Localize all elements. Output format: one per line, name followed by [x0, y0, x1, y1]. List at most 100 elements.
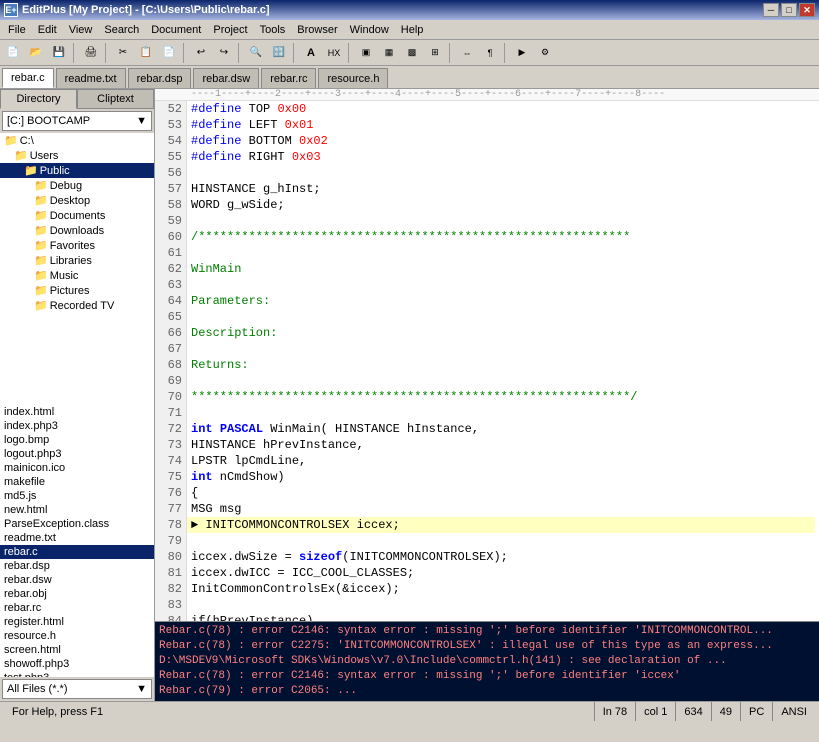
code-line: WinMain	[191, 261, 815, 277]
file-item[interactable]: rebar.dsw	[0, 573, 154, 587]
output-line: D:\MSDEV9\Microsoft SDKs\Windows\v7.0\In…	[159, 654, 815, 669]
menu-browser[interactable]: Browser	[291, 22, 343, 38]
file-tab-rebar-dsp[interactable]: rebar.dsp	[128, 68, 192, 88]
file-item[interactable]: ParseException.class	[0, 517, 154, 531]
tree-item[interactable]: 📁 Libraries	[0, 253, 154, 268]
tree-item[interactable]: 📁 Pictures	[0, 283, 154, 298]
run-button[interactable]: ▶	[511, 42, 533, 64]
file-item[interactable]: test.php3	[0, 671, 154, 677]
code-editor[interactable]: 5253545556575859606162636465666768697071…	[155, 101, 819, 621]
file-item[interactable]: showoff.php3	[0, 657, 154, 671]
code-line: LPSTR lpCmdLine,	[191, 453, 815, 469]
file-item[interactable]: new.html	[0, 503, 154, 517]
code-line: iccex.dwSize = sizeof(INITCOMMONCONTROLS…	[191, 549, 815, 565]
replace-button[interactable]: 🔡	[268, 42, 290, 64]
file-tab-resource-h[interactable]: resource.h	[318, 68, 388, 88]
menu-document[interactable]: Document	[145, 22, 207, 38]
tree-item[interactable]: 📁 Music	[0, 268, 154, 283]
menu-tools[interactable]: Tools	[254, 22, 292, 38]
status-chars: 49	[712, 702, 741, 721]
output-pane: Rebar.c(78) : error C2146: syntax error …	[155, 621, 819, 701]
print-button[interactable]: 🖨	[80, 42, 102, 64]
code-line: /***************************************…	[191, 229, 815, 245]
paste-button[interactable]: 📄	[158, 42, 180, 64]
clip3-button[interactable]: ▩	[401, 42, 423, 64]
close-button[interactable]: ✕	[799, 3, 815, 17]
file-item[interactable]: rebar.c	[0, 545, 154, 559]
app-icon: E+	[4, 3, 18, 17]
tree-item[interactable]: 📁 Debug	[0, 178, 154, 193]
file-item[interactable]: register.html	[0, 615, 154, 629]
file-list[interactable]: index.htmlindex.php3logo.bmplogout.php3m…	[0, 405, 154, 677]
file-item[interactable]: makefile	[0, 475, 154, 489]
menu-window[interactable]: Window	[344, 22, 395, 38]
code-line: Returns:	[191, 357, 815, 373]
tree-item[interactable]: 📁 C:\	[0, 133, 154, 148]
menu-view[interactable]: View	[63, 22, 99, 38]
minimize-button[interactable]: ─	[763, 3, 779, 17]
tree-item[interactable]: 📁 Recorded TV	[0, 298, 154, 313]
find-button[interactable]: 🔍	[245, 42, 267, 64]
file-item[interactable]: screen.html	[0, 643, 154, 657]
file-tab-rebar-c[interactable]: rebar.c	[2, 68, 54, 88]
line-number: 80	[155, 549, 186, 565]
build-button[interactable]: ⚙	[534, 42, 556, 64]
file-item[interactable]: readme.txt	[0, 531, 154, 545]
undo-button[interactable]: ↩	[190, 42, 212, 64]
line-number: 74	[155, 453, 186, 469]
hex-button[interactable]: HX	[323, 42, 345, 64]
file-filter-combo[interactable]: All Files (*.*) ▼	[2, 679, 152, 699]
code-line: #define TOP 0x00	[191, 101, 815, 117]
format-button[interactable]: ¶	[479, 42, 501, 64]
font-button[interactable]: A	[300, 42, 322, 64]
new-button[interactable]: 📄	[2, 42, 24, 64]
open-button[interactable]: 📂	[25, 42, 47, 64]
tree-item[interactable]: 📁 Desktop	[0, 193, 154, 208]
wrap-button[interactable]: ⇔	[456, 42, 478, 64]
cut-button[interactable]: ✂	[112, 42, 134, 64]
tree-item[interactable]: 📁 Public	[0, 163, 154, 178]
tab-cliptext[interactable]: Cliptext	[77, 89, 154, 109]
file-item[interactable]: logo.bmp	[0, 433, 154, 447]
clip2-button[interactable]: ▦	[378, 42, 400, 64]
line-number: 84	[155, 613, 186, 621]
file-item[interactable]: index.html	[0, 405, 154, 419]
file-item[interactable]: rebar.dsp	[0, 559, 154, 573]
tab-directory[interactable]: Directory	[0, 89, 77, 109]
copy-button[interactable]: 📋	[135, 42, 157, 64]
save-button[interactable]: 💾	[48, 42, 70, 64]
file-item[interactable]: rebar.obj	[0, 587, 154, 601]
tree-item[interactable]: 📁 Users	[0, 148, 154, 163]
redo-button[interactable]: ↪	[213, 42, 235, 64]
output-line: Rebar.c(78) : error C2146: syntax error …	[159, 624, 815, 639]
line-number: 61	[155, 245, 186, 261]
title-controls[interactable]: ─ □ ✕	[763, 3, 815, 17]
menu-project[interactable]: Project	[207, 22, 253, 38]
file-item[interactable]: index.php3	[0, 419, 154, 433]
file-item[interactable]: mainicon.ico	[0, 461, 154, 475]
menu-search[interactable]: Search	[98, 22, 145, 38]
menu-file[interactable]: File	[2, 22, 32, 38]
file-tab-readme-txt[interactable]: readme.txt	[56, 68, 126, 88]
tree-item[interactable]: 📁 Favorites	[0, 238, 154, 253]
directory-tree[interactable]: 📁 C:\📁 Users📁 Public📁 Debug📁 Desktop📁 Do…	[0, 133, 154, 405]
file-item[interactable]: md5.js	[0, 489, 154, 503]
tree-item[interactable]: 📁 Documents	[0, 208, 154, 223]
menu-help[interactable]: Help	[395, 22, 430, 38]
menu-edit[interactable]: Edit	[32, 22, 63, 38]
file-item[interactable]: logout.php3	[0, 447, 154, 461]
clip4-button[interactable]: ⊞	[424, 42, 446, 64]
tree-item[interactable]: 📁 Downloads	[0, 223, 154, 238]
file-item[interactable]: rebar.rc	[0, 601, 154, 615]
menu-bar: FileEditViewSearchDocumentProjectToolsBr…	[0, 20, 819, 40]
code-line	[191, 245, 815, 261]
clip1-button[interactable]: ▣	[355, 42, 377, 64]
sidebar-tabs: Directory Cliptext	[0, 89, 154, 109]
line-number: 53	[155, 117, 186, 133]
drive-combo[interactable]: [C:] BOOTCAMP ▼	[2, 111, 152, 131]
code-content[interactable]: #define TOP 0x00#define LEFT 0x01#define…	[187, 101, 819, 621]
maximize-button[interactable]: □	[781, 3, 797, 17]
file-item[interactable]: resource.h	[0, 629, 154, 643]
file-tab-rebar-rc[interactable]: rebar.rc	[261, 68, 316, 88]
file-tab-rebar-dsw[interactable]: rebar.dsw	[193, 68, 259, 88]
